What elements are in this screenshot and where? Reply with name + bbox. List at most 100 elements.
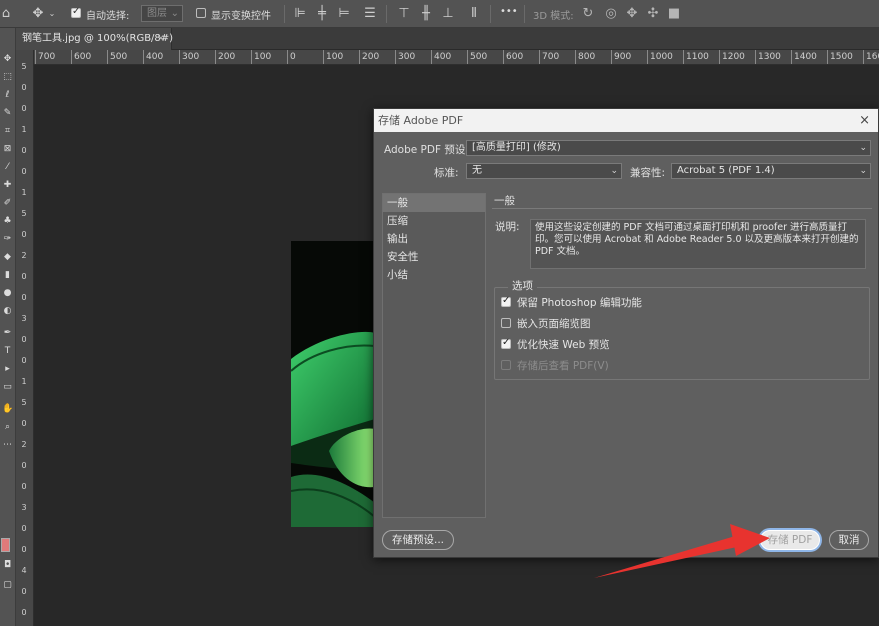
align-top-icon[interactable]: ⊤ — [396, 5, 412, 23]
checkbox[interactable] — [501, 318, 511, 328]
ruler-tick-label: 200 — [362, 52, 380, 62]
quick-mask-icon[interactable]: ◘ — [2, 560, 13, 571]
more-options-icon[interactable]: ••• — [500, 6, 518, 17]
option-view-pdf-after-save: 存储后查看 PDF(V) — [501, 358, 609, 373]
compatibility-dropdown[interactable]: Acrobat 5 (PDF 1.4) ⌄ — [671, 163, 871, 179]
save-pdf-button[interactable]: 存储 PDF — [760, 530, 820, 550]
ruler-tick-label: 0 — [21, 545, 27, 554]
dialog-title: 存储 Adobe PDF — [378, 114, 464, 127]
divider — [524, 5, 525, 23]
foreground-color-swatch[interactable] — [1, 538, 10, 552]
type-tool-icon[interactable]: T — [2, 346, 13, 357]
crop-tool-icon[interactable]: ⌗ — [2, 126, 13, 137]
rectangle-tool-icon[interactable]: ▭ — [2, 382, 13, 393]
frame-tool-icon[interactable]: ⊠ — [2, 144, 13, 155]
close-tab-icon[interactable]: × — [157, 28, 165, 50]
ruler-tick-label: 1300 — [758, 52, 781, 62]
chevron-down-icon[interactable]: ⌄ — [48, 5, 56, 23]
3d-mode-label: 3D 模式: — [533, 11, 574, 22]
distribute-vertical-icon[interactable]: ⦀ — [466, 5, 482, 23]
preset-dropdown[interactable]: [高质量打印] (修改) ⌄ — [466, 140, 871, 156]
section-divider — [492, 208, 872, 209]
ruler-tick-line — [467, 50, 468, 64]
nav-item-output[interactable]: 输出 — [383, 230, 485, 248]
align-bottom-icon[interactable]: ⊥ — [440, 5, 456, 23]
ruler-tick-label: 2 — [21, 440, 27, 449]
gradient-tool-icon[interactable]: ▮ — [2, 270, 13, 281]
close-icon[interactable]: × — [859, 109, 870, 132]
ruler-tick-label: 500 — [110, 52, 128, 62]
ruler-tick-line — [755, 50, 756, 64]
option-label: 保留 Photoshop 编辑功能 — [517, 297, 642, 309]
ruler-tick-label: 1000 — [650, 52, 673, 62]
3d-slide-icon[interactable]: ✣ — [645, 5, 661, 23]
eyedropper-tool-icon[interactable]: ⁄ — [2, 162, 13, 173]
auto-select-checkbox[interactable] — [71, 6, 81, 18]
ruler-tick-line — [323, 50, 324, 64]
lasso-tool-icon[interactable]: ℓ — [2, 90, 13, 101]
hand-tool-icon[interactable]: ✋ — [2, 404, 13, 415]
3d-orbit-icon[interactable]: ↻ — [580, 5, 596, 23]
align-middle-icon[interactable]: ╫ — [418, 5, 434, 23]
pen-tool-icon[interactable]: ✒ — [2, 328, 13, 339]
align-center-icon[interactable]: ╪ — [314, 5, 330, 23]
3d-camera-icon[interactable]: ■ — [666, 5, 682, 23]
standard-dropdown[interactable]: 无 ⌄ — [466, 163, 622, 179]
dodge-tool-icon[interactable]: ◐ — [2, 306, 13, 317]
ruler-tick-line — [71, 50, 72, 64]
ruler-tick-label: 2 — [21, 251, 27, 260]
clone-stamp-icon[interactable]: ♣ — [2, 216, 13, 227]
show-transform-checkbox[interactable] — [196, 8, 206, 18]
move-tool-icon[interactable]: ✥ — [2, 54, 13, 65]
healing-brush-icon[interactable]: ✚ — [2, 180, 13, 191]
leaf-photo — [291, 241, 375, 527]
option-embed-thumbnails[interactable]: 嵌入页面缩览图 — [501, 316, 591, 331]
more-tools-icon[interactable]: ⋯ — [2, 440, 13, 451]
auto-select-label: 自动选择: — [86, 11, 130, 22]
nav-item-summary[interactable]: 小结 — [383, 266, 485, 284]
ruler-tick-label: 3 — [21, 503, 27, 512]
nav-item-compression[interactable]: 压缩 — [383, 212, 485, 230]
eraser-tool-icon[interactable]: ◆ — [2, 252, 13, 263]
cancel-button[interactable]: 取消 — [829, 530, 869, 550]
ruler-tick-label: 500 — [470, 52, 488, 62]
ruler-tick-label: 0 — [21, 419, 27, 428]
brush-tool-icon[interactable]: ✐ — [2, 198, 13, 209]
save-preset-button[interactable]: 存储预设... — [382, 530, 454, 550]
checkbox[interactable] — [501, 295, 511, 307]
document-tab[interactable]: 钢笔工具.jpg @ 100%(RGB/8#) × — [16, 28, 173, 50]
history-brush-icon[interactable]: ✑ — [2, 234, 13, 245]
blur-tool-icon[interactable]: ● — [2, 288, 13, 299]
align-left-icon[interactable]: ⊫ — [292, 5, 308, 23]
zoom-tool-icon[interactable]: ⌕ — [2, 422, 13, 433]
align-right-icon[interactable]: ⊨ — [336, 5, 352, 23]
ruler-tick-label: 1100 — [686, 52, 709, 62]
ruler-tick-label: 800 — [578, 52, 596, 62]
nav-item-security[interactable]: 安全性 — [383, 248, 485, 266]
ruler-tick-line — [251, 50, 252, 64]
option-preserve-photoshop[interactable]: 保留 Photoshop 编辑功能 — [501, 295, 642, 310]
document-tab-bar: 钢笔工具.jpg @ 100%(RGB/8#) × — [16, 28, 879, 50]
distribute-icon[interactable]: ☰ — [362, 5, 378, 23]
dialog-title-bar: 存储 Adobe PDF × — [374, 109, 878, 132]
option-label: 存储后查看 PDF(V) — [517, 360, 609, 372]
chevron-down-icon: ⌄ — [859, 143, 867, 153]
marquee-tool-icon[interactable]: ⬚ — [2, 72, 13, 83]
home-icon[interactable]: ⌂ — [0, 5, 12, 23]
3d-roll-icon[interactable]: ◎ — [603, 5, 619, 23]
ruler-tick-line — [431, 50, 432, 64]
divider — [386, 5, 387, 23]
auto-select-target-dropdown[interactable]: 图层 ⌄ — [141, 5, 183, 22]
ruler-tick-label: 300 — [398, 52, 416, 62]
checkbox — [501, 360, 511, 370]
path-select-tool-icon[interactable]: ▸ — [2, 364, 13, 375]
move-tool-icon[interactable]: ✥ — [30, 5, 46, 23]
3d-pan-icon[interactable]: ✥ — [624, 5, 640, 23]
checkbox[interactable] — [501, 337, 511, 349]
nav-item-general[interactable]: 一般 — [383, 194, 485, 212]
screen-mode-icon[interactable]: ▢ — [2, 580, 13, 591]
quick-select-tool-icon[interactable]: ✎ — [2, 108, 13, 119]
ruler-tick-label: 1 — [21, 377, 27, 386]
option-fast-web-view[interactable]: 优化快速 Web 预览 — [501, 337, 610, 352]
ruler-tick-label: 0 — [21, 335, 27, 344]
